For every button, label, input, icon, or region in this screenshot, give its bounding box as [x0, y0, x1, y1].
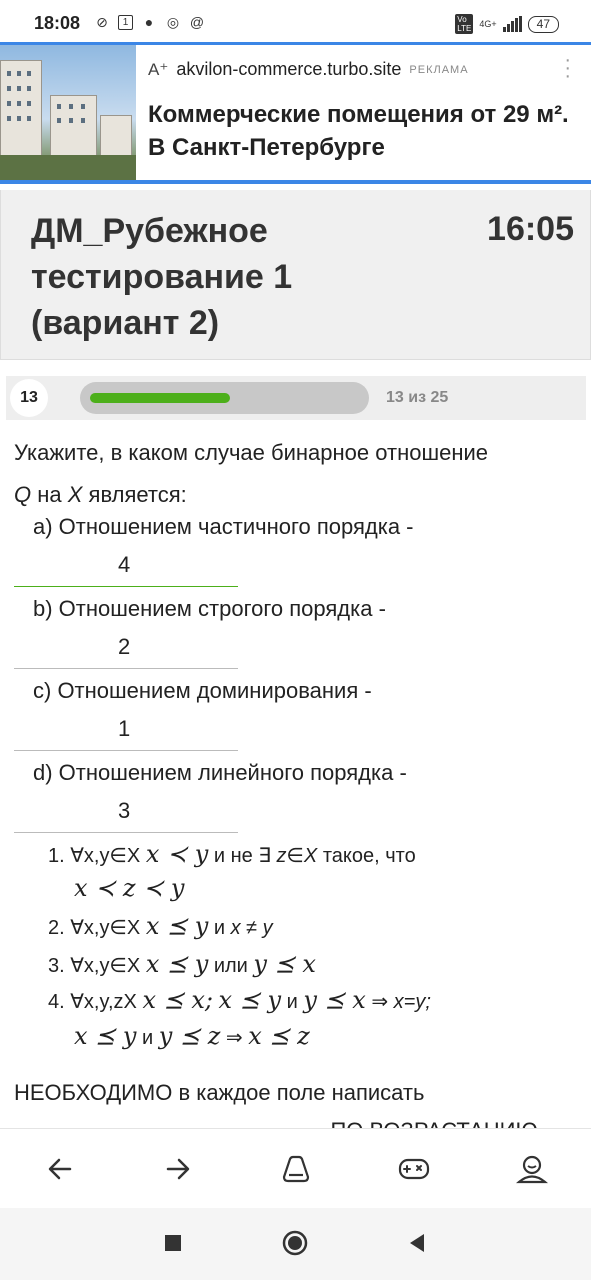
ad-greenery — [0, 155, 136, 180]
back-nav-icon[interactable] — [404, 1230, 430, 1256]
progress-fill — [90, 393, 230, 403]
answer-field-c[interactable]: 1 — [14, 714, 238, 751]
ad-bottom-border — [0, 180, 591, 184]
def4-arrow: ⇒ — [371, 991, 389, 1013]
test-title: ДМ_Рубежное тестирование 1 (вариант 2) — [31, 212, 293, 342]
volte-icon: Vo LTE — [455, 14, 474, 34]
question-text: Укажите, в каком случае бинарное отношен… — [14, 432, 584, 516]
forward-icon[interactable] — [160, 1151, 196, 1187]
definition-4: 4. ∀x,y,zX x ⪯ x; x ⪯ y и y ⪯ x ⇒ x=y; — [48, 986, 431, 1014]
ad-domain-row: A⁺ akvilon-commerce.turbo.site РЕКЛАМА — [148, 59, 469, 80]
answer-a-value: 4 — [118, 552, 131, 577]
question-number[interactable]: 13 — [10, 379, 48, 417]
option-d-label: d) Отношением линейного порядка - — [33, 760, 407, 785]
progress-bar-row: 13 13 из 25 — [6, 376, 586, 420]
games-icon[interactable] — [396, 1151, 432, 1187]
question-line2: Q на X является: — [14, 474, 584, 516]
ad-banner[interactable]: A⁺ akvilon-commerce.turbo.site РЕКЛАМА ·… — [0, 42, 591, 184]
instagram-icon: ◎ — [166, 14, 180, 30]
calendar-icon: 1 — [118, 14, 133, 30]
def1-zx: z∈X — [276, 845, 318, 867]
test-header: ДМ_Рубежное тестирование 1 (вариант 2) 1… — [0, 190, 591, 360]
chat-icon: ● — [144, 14, 154, 30]
def2-tail: x ≠ y — [230, 917, 273, 939]
option-a-label: a) Отношением частичного порядка - — [33, 514, 414, 539]
progress-track — [80, 382, 369, 414]
definition-1-cont: x ≺ z ≺ y — [74, 874, 184, 902]
answer-d-value: 3 — [118, 798, 131, 823]
def2-expr: x ⪯ y — [145, 912, 209, 940]
def4-tail: x=y; — [393, 991, 431, 1013]
notification-icons: ⊘ 1 ● ◎ @ — [94, 14, 205, 30]
home-icon[interactable] — [282, 1230, 308, 1256]
answer-b-value: 2 — [118, 634, 131, 659]
def3-mid: или — [213, 955, 248, 977]
building-left — [0, 60, 42, 162]
ad-title[interactable]: Коммерческие помещения от 29 м². В Санкт… — [148, 98, 578, 164]
ad-label: РЕКЛАМА — [409, 63, 469, 76]
def4-expr3: y ⪯ x — [303, 986, 366, 1014]
def1-expr2: x ≺ z ≺ y — [74, 874, 185, 902]
def1-prefix: 1. ∀x,y∈X — [48, 845, 141, 867]
definition-1: 1. ∀x,y∈X x ≺ y и не ∃ z∈X такое, что — [48, 840, 416, 868]
def5-mid: и — [142, 1027, 154, 1049]
battery-icon: 47 — [527, 15, 559, 33]
def5-expr2: y ⪯ z — [158, 1022, 221, 1050]
definition-4-cont: x ⪯ y и y ⪯ z ⇒ x ⪯ z — [74, 1022, 310, 1050]
test-timer: 16:05 — [487, 210, 574, 248]
more-icon[interactable]: · · · — [564, 50, 571, 86]
tabs-icon[interactable] — [278, 1151, 314, 1187]
mute-icon: ⊘ — [96, 14, 108, 30]
def2-prefix: 2. ∀x,y∈X — [48, 917, 141, 939]
profile-icon[interactable] — [514, 1151, 550, 1187]
network-type: 4G+ — [479, 18, 497, 29]
def5-expr3: x ⪯ z — [248, 1022, 310, 1050]
def5-arrow: ⇒ — [225, 1027, 243, 1049]
def4-expr2: x ⪯ y — [218, 986, 282, 1014]
answer-field-b[interactable]: 2 — [14, 632, 238, 669]
def2-mid: и — [213, 917, 226, 939]
question-line1: Укажите, в каком случае бинарное отношен… — [14, 440, 489, 465]
def5-expr: x ⪯ y — [74, 1022, 137, 1050]
back-icon[interactable] — [42, 1151, 78, 1187]
definition-3: 3. ∀x,y∈X x ⪯ y или y ⪯ x — [48, 950, 316, 978]
def1-tail: такое, что — [322, 845, 416, 867]
def1-mid: и не ∃ — [213, 845, 271, 867]
translate-icon: A⁺ — [148, 59, 169, 79]
def4-expr: x ⪯ x; — [142, 986, 213, 1014]
question-on: на — [31, 482, 68, 507]
def4-prefix: 4. ∀x,y,zX — [48, 991, 137, 1013]
question-suffix: является: — [82, 482, 187, 507]
at-icon: @ — [189, 14, 205, 30]
option-c-label: c) Отношением доминирования - — [33, 678, 372, 703]
def3-prefix: 3. ∀x,y∈X — [48, 955, 141, 977]
ad-image[interactable] — [0, 45, 136, 180]
def3-expr2: y ⪯ x — [253, 950, 316, 978]
recents-icon[interactable] — [160, 1230, 186, 1256]
def4-mid: и — [286, 991, 298, 1013]
def1-expr: x ≺ y — [145, 840, 209, 868]
var-q: Q — [14, 482, 32, 507]
browser-toolbar — [0, 1128, 591, 1209]
answer-field-d[interactable]: 3 — [14, 796, 238, 833]
def3-expr: x ⪯ y — [145, 950, 209, 978]
var-x: X — [67, 482, 83, 507]
option-b-label: b) Отношением строгого порядка - — [33, 596, 386, 621]
status-time: 18:08 — [34, 13, 81, 33]
ad-domain: akvilon-commerce.turbo.site — [176, 59, 402, 79]
definition-2: 2. ∀x,y∈X x ⪯ y и x ≠ y — [48, 912, 273, 940]
status-right: Vo LTE 4G+ 47 — [455, 14, 559, 34]
signal-icon — [502, 16, 522, 32]
system-nav-bar — [0, 1208, 591, 1280]
answer-c-value: 1 — [118, 716, 131, 741]
note-text: НЕОБХОДИМО в каждое поле написать — [14, 1080, 425, 1105]
progress-count: 13 из 25 — [386, 389, 449, 406]
status-bar: 18:08 ⊘ 1 ● ◎ @ Vo LTE 4G+ 47 — [0, 0, 591, 44]
answer-field-a[interactable]: 4 — [14, 550, 238, 587]
